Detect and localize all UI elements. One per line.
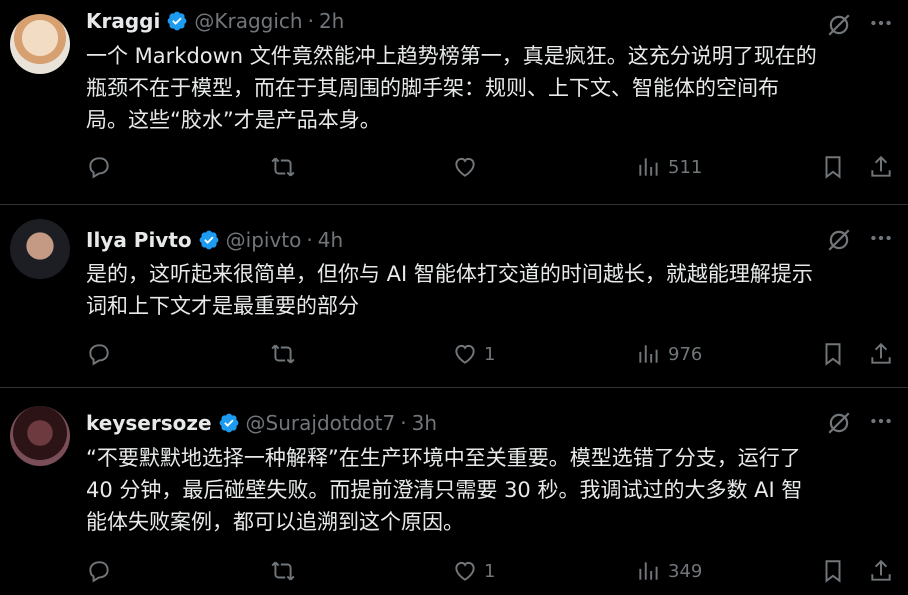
separator-dot: · — [306, 228, 313, 252]
view-count: 511 — [668, 156, 703, 178]
action-bar: 1 976 — [80, 337, 908, 371]
grok-icon[interactable] — [826, 12, 852, 38]
tweet-header: Ilya Pivto @ipivto · 4h — [86, 227, 343, 253]
views-icon — [639, 158, 658, 176]
reply-button[interactable] — [86, 554, 112, 588]
timestamp[interactable]: 2h — [319, 9, 344, 33]
reply-button[interactable] — [86, 337, 112, 371]
action-bar: 1 349 — [80, 554, 908, 588]
tweet-header: Kraggi @Kraggich · 2h — [86, 8, 344, 34]
tweet-text: 一个 Markdown 文件竟然能冲上趋势榜第一，真是疯狂。这充分说明了现在的 … — [86, 44, 817, 132]
bookmark-button[interactable] — [820, 337, 846, 371]
like-button[interactable] — [452, 150, 484, 184]
author-handle[interactable]: @ipivto — [226, 228, 302, 252]
author-handle[interactable]: @Surajdotdot7 — [246, 411, 396, 435]
more-icon[interactable] — [868, 225, 894, 251]
tweet-text: “不要默默地选择一种解释”在生产环境中至关重要。模型选错了分支，运行了 40 分… — [86, 446, 803, 534]
bookmark-icon — [825, 343, 841, 366]
verified-badge-icon — [167, 11, 187, 31]
avatar[interactable] — [10, 14, 70, 74]
like-count: 1 — [484, 343, 496, 365]
separator-dot: · — [307, 9, 314, 33]
bookmark-button[interactable] — [820, 554, 846, 588]
grok-icon[interactable] — [826, 227, 852, 253]
heart-icon — [455, 344, 475, 364]
views-icon — [639, 562, 658, 580]
share-button[interactable] — [868, 554, 894, 588]
like-button[interactable]: 1 — [452, 554, 495, 588]
tweet-text: 是的，这听起来很简单，但你与 AI 智能体打交道的时间越长，就越能理解提示 词和… — [86, 262, 813, 318]
verified-badge-icon — [199, 230, 219, 250]
reply-icon — [89, 561, 109, 583]
view-count: 976 — [668, 343, 703, 365]
timestamp[interactable]: 3h — [412, 411, 437, 435]
heart-icon — [455, 561, 475, 581]
like-button[interactable]: 1 — [452, 337, 495, 371]
views-button[interactable]: 976 — [636, 337, 702, 371]
reply-icon — [89, 344, 109, 366]
separator-dot: · — [400, 411, 407, 435]
author-name[interactable]: Kraggi — [86, 9, 160, 33]
view-count: 349 — [668, 560, 703, 582]
retweet-button[interactable] — [270, 150, 296, 184]
tweet-header: keysersoze @Surajdotdot7 · 3h — [86, 410, 437, 436]
views-button[interactable]: 511 — [636, 150, 702, 184]
heart-icon — [455, 157, 475, 177]
author-name[interactable]: Ilya Pivto — [86, 228, 192, 252]
bookmark-button[interactable] — [820, 150, 846, 184]
tweet[interactable]: keysersoze @Surajdotdot7 · 3h “不要默默地选择一种… — [0, 388, 908, 595]
bookmark-icon — [825, 560, 841, 583]
share-icon — [871, 559, 891, 581]
grok-icon[interactable] — [826, 410, 852, 436]
views-button[interactable]: 349 — [636, 554, 702, 588]
more-icon[interactable] — [868, 408, 894, 434]
author-handle[interactable]: @Kraggich — [194, 9, 302, 33]
views-icon — [639, 345, 658, 363]
share-button[interactable] — [868, 150, 894, 184]
avatar[interactable] — [10, 219, 70, 279]
share-button[interactable] — [868, 337, 894, 371]
author-name[interactable]: keysersoze — [86, 411, 212, 435]
more-icon[interactable] — [868, 10, 894, 36]
share-icon — [871, 342, 891, 364]
share-icon — [871, 155, 891, 177]
action-bar: 511 — [80, 150, 908, 184]
tweet-feed: Kraggi @Kraggich · 2h 一个 Markdown 文件竟然能冲… — [0, 0, 908, 595]
bookmark-icon — [825, 156, 841, 179]
verified-badge-icon — [219, 413, 238, 433]
retweet-button[interactable] — [270, 554, 296, 588]
avatar[interactable] — [10, 406, 70, 466]
retweet-button[interactable] — [270, 337, 296, 371]
like-count: 1 — [484, 560, 496, 582]
retweet-icon — [271, 561, 295, 581]
reply-button[interactable] — [86, 150, 112, 184]
tweet[interactable]: Ilya Pivto @ipivto · 4h 是的，这听起来很简单，但你与 A… — [0, 205, 908, 388]
timestamp[interactable]: 4h — [318, 228, 343, 252]
tweet[interactable]: Kraggi @Kraggich · 2h 一个 Markdown 文件竟然能冲… — [0, 0, 908, 205]
reply-icon — [89, 157, 109, 179]
retweet-icon — [271, 344, 295, 364]
retweet-icon — [271, 157, 295, 177]
